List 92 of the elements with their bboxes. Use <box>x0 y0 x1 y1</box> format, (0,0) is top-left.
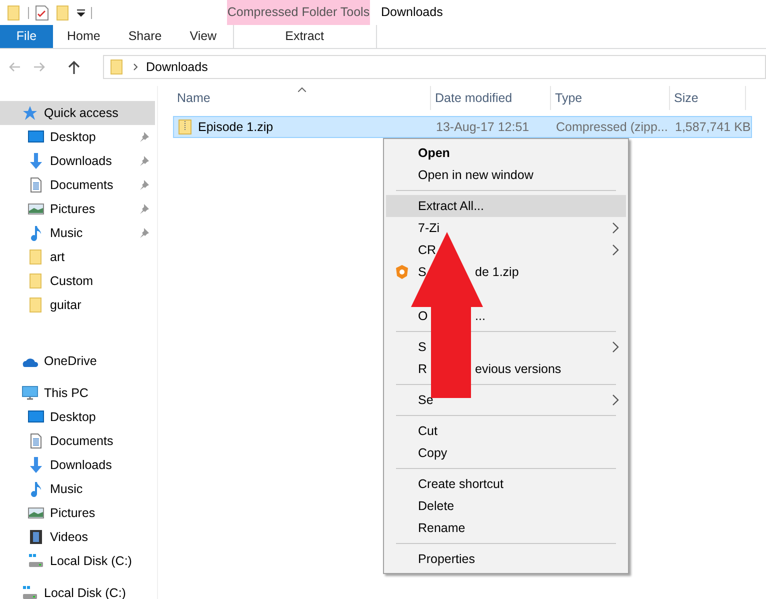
ribbon-tab[interactable]: Extract <box>232 25 377 48</box>
table-cell-text: Compressed (zipp... <box>555 118 669 136</box>
star-icon <box>22 105 38 121</box>
file-name: Episode 1.zip <box>198 118 274 136</box>
column-header[interactable]: Date modified <box>431 86 551 110</box>
menu-item[interactable]: Extract All... <box>386 195 626 217</box>
drive-icon <box>28 553 44 569</box>
pin-icon[interactable] <box>139 180 149 190</box>
pin-icon[interactable] <box>139 228 149 238</box>
forward-arrow-icon[interactable] <box>33 61 46 73</box>
folder-icon <box>28 297 44 313</box>
sidebar-item[interactable]: guitar <box>0 293 155 317</box>
sidebar-item[interactable]: Custom <box>0 269 155 293</box>
window-title: Downloads <box>381 4 443 22</box>
sort-caret-icon <box>298 87 306 92</box>
folder-icon <box>28 273 44 289</box>
sidebar-item[interactable]: Local Disk (C:) <box>0 581 155 599</box>
chevron-right-icon <box>612 394 620 406</box>
sidebar-item[interactable]: OneDrive <box>0 349 155 373</box>
folder-icon <box>6 4 22 20</box>
menu-item[interactable]: Open in new window <box>386 164 626 186</box>
sidebar-item[interactable]: Music <box>0 221 155 245</box>
breadcrumb[interactable]: Downloads <box>146 58 208 76</box>
menu-item[interactable]: Create shortcut <box>386 473 626 495</box>
column-header[interactable]: Name <box>173 86 431 110</box>
menu-item[interactable]: O ... <box>386 305 626 327</box>
chevron-right-icon <box>612 244 620 256</box>
ribbon-tab[interactable]: Home <box>53 25 114 48</box>
drive-icon <box>22 585 38 599</box>
sidebar-item[interactable]: Pictures <box>0 501 155 525</box>
menu-item[interactable]: Properties <box>386 548 626 570</box>
menu-item[interactable]: S <box>386 336 626 358</box>
pin-icon[interactable] <box>139 132 149 142</box>
sidebar-item[interactable]: Desktop <box>0 125 155 149</box>
menu-item[interactable]: CR <box>386 239 626 261</box>
shield-icon <box>394 264 410 280</box>
up-arrow-icon[interactable] <box>68 60 80 74</box>
computer-icon <box>22 385 38 401</box>
chevron-right-icon <box>133 63 138 71</box>
folder-icon <box>28 249 44 265</box>
column-header[interactable]: Size <box>670 86 746 110</box>
sidebar-item[interactable]: art <box>0 245 155 269</box>
menu-item[interactable]: Copy <box>386 442 626 464</box>
folder-icon <box>109 59 125 75</box>
sidebar-item[interactable]: Music <box>0 477 155 501</box>
sidebar-item[interactable]: This PC <box>0 381 155 405</box>
sidebar-item[interactable]: Quick access <box>0 101 155 125</box>
context-tab-header: Compressed Folder Tools <box>227 0 370 25</box>
sidebar-item[interactable]: Documents <box>0 173 155 197</box>
file-row[interactable]: Episode 1.zip 13-Aug-17 12:51 Compressed (zipp... 1,587,741 KB <box>173 116 752 138</box>
table-cell-text: 1,587,741 KB <box>674 118 751 136</box>
menu-item[interactable]: 7-Zi <box>386 217 626 239</box>
menu-item[interactable]: R evious versions <box>386 358 626 380</box>
down-arrow-icon <box>28 153 44 169</box>
music-note-icon <box>28 225 44 241</box>
picture-icon <box>28 505 44 521</box>
address-field[interactable]: Downloads <box>103 55 766 79</box>
sidebar-item[interactable]: Downloads <box>0 453 155 477</box>
chevron-right-icon <box>612 341 620 353</box>
down-arrow-icon <box>28 457 44 473</box>
table-cell-text: 13-Aug-17 12:51 <box>435 118 530 136</box>
menu-item[interactable]: Open <box>386 142 626 164</box>
music-note-icon <box>28 481 44 497</box>
sidebar-item[interactable]: Desktop <box>0 405 155 429</box>
ribbon-tab[interactable]: View <box>176 25 231 48</box>
sidebar-item[interactable]: Pictures <box>0 197 155 221</box>
back-arrow-icon[interactable] <box>8 61 21 73</box>
monitor-icon <box>28 129 44 145</box>
sidebar-item[interactable]: Documents <box>0 429 155 453</box>
document-icon <box>28 177 44 193</box>
ribbon-tab[interactable]: File <box>0 25 53 48</box>
menu-item[interactable]: S de 1.zip <box>386 261 626 283</box>
sidebar-item[interactable]: Local Disk (C:) <box>0 549 155 573</box>
pin-icon[interactable] <box>139 204 149 214</box>
menu-item[interactable]: Rename <box>386 517 626 539</box>
film-icon <box>28 529 44 545</box>
document-icon <box>28 433 44 449</box>
folder-icon <box>55 4 71 20</box>
chevron-right-icon <box>612 222 620 234</box>
sidebar-item[interactable]: Videos <box>0 525 155 549</box>
column-header[interactable]: Type <box>551 86 670 110</box>
sidebar-item[interactable]: Downloads <box>0 149 155 173</box>
checklist-icon[interactable] <box>35 4 49 20</box>
dropdown-icon[interactable] <box>77 8 85 16</box>
pin-icon[interactable] <box>139 156 149 166</box>
menu-item[interactable]: Cut <box>386 420 626 442</box>
zip-folder-icon <box>178 119 192 135</box>
picture-icon <box>28 201 44 217</box>
menu-item[interactable]: Se <box>386 389 626 411</box>
ribbon-tab[interactable]: Share <box>114 25 176 48</box>
menu-item[interactable]: Delete <box>386 495 626 517</box>
monitor-icon <box>28 409 44 425</box>
